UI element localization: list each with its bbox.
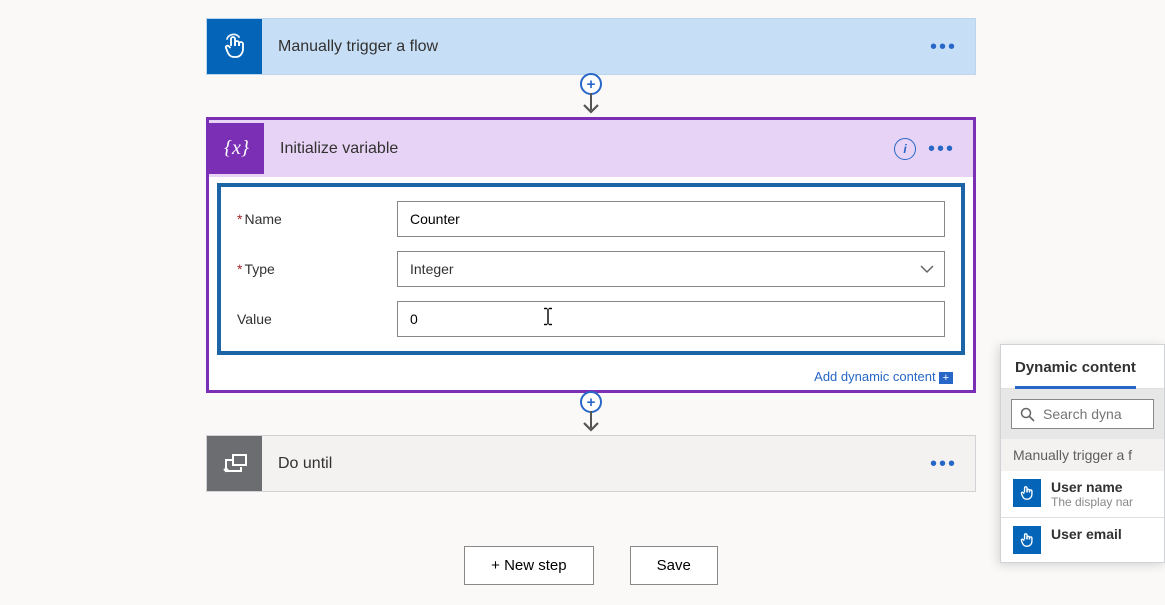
trigger-title: Manually trigger a flow [262,38,930,56]
connector-2: + [206,393,976,435]
add-action-button[interactable]: + [580,73,602,95]
do-until-header[interactable]: Do until ••• [207,436,975,491]
initialize-variable-card[interactable]: {x} Initialize variable i ••• *Name *Typ… [206,117,976,393]
chevron-down-icon [920,261,934,277]
value-input[interactable] [397,301,945,337]
init-variable-header[interactable]: {x} Initialize variable i ••• [209,120,973,177]
value-row: Value [237,301,945,337]
dyn-item-title: User name [1051,479,1133,495]
init-variable-body: *Name *Type Integer Value [217,183,965,355]
dynamic-item-user-email[interactable]: User email [1001,518,1164,562]
dynamic-search-input[interactable] [1011,399,1154,429]
footer-buttons: + New step Save [206,546,976,585]
trigger-card[interactable]: Manually trigger a flow ••• [206,18,976,75]
dyn-item-subtitle: The display nar [1051,495,1133,509]
name-label: *Name [237,211,397,227]
do-until-title: Do until [262,455,930,473]
do-until-card[interactable]: Do until ••• [206,435,976,492]
arrow-down-icon-2 [580,411,602,435]
panel-pointer-icon [1000,353,1001,371]
dyn-item-title-2: User email [1051,526,1122,542]
add-dynamic-badge-icon: + [939,372,953,384]
add-dynamic-content-link[interactable]: Add dynamic content+ [209,363,973,390]
type-select[interactable]: Integer [397,251,945,287]
touch-icon-small [1013,479,1041,507]
name-input[interactable] [397,201,945,237]
type-row: *Type Integer [237,251,945,287]
search-icon [1020,407,1035,422]
save-button[interactable]: Save [630,546,718,585]
dynamic-item-user-name[interactable]: User name The display nar [1001,471,1164,517]
dynamic-content-tab[interactable]: Dynamic content [1015,359,1136,389]
touch-icon-small-2 [1013,526,1041,554]
init-variable-more-button[interactable]: ••• [928,139,955,159]
loop-icon [207,436,262,491]
type-label: *Type [237,261,397,277]
do-until-more-button[interactable]: ••• [930,454,957,474]
connector-1: + [206,75,976,117]
value-label: Value [237,311,397,327]
add-action-button-2[interactable]: + [580,391,602,413]
touch-icon [207,19,262,74]
new-step-button[interactable]: + New step [464,546,593,585]
trigger-more-button[interactable]: ••• [930,37,957,57]
arrow-down-icon [580,93,602,117]
info-icon[interactable]: i [894,138,916,160]
dynamic-section-header: Manually trigger a f [1001,439,1164,471]
variable-icon: {x} [209,123,264,174]
trigger-header[interactable]: Manually trigger a flow ••• [207,19,975,74]
init-variable-title: Initialize variable [264,140,894,158]
name-row: *Name [237,201,945,237]
dynamic-content-panel: Dynamic content Manually trigger a f [1000,344,1165,563]
